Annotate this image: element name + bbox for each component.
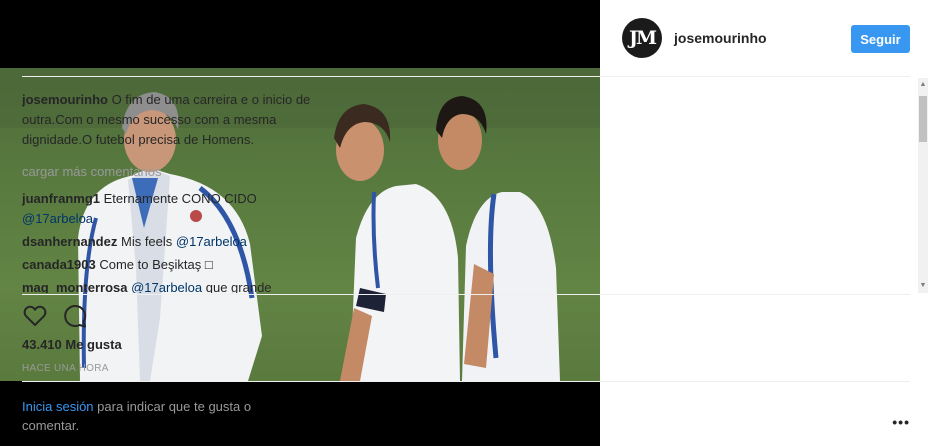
divider [22, 381, 910, 382]
comment-username[interactable]: canada1903 [22, 257, 96, 272]
login-link[interactable]: Inicia sesión [22, 399, 94, 414]
scroll-up-icon[interactable]: ▲ [918, 80, 928, 90]
comment-text: Mis feels [120, 234, 176, 249]
post-sidebar: JM josemourinho Seguir [600, 0, 930, 446]
avatar[interactable]: JM [622, 18, 662, 58]
comment-item: canada1903 Come to Beşiktaş □ [22, 255, 315, 275]
comment-text: Come to Beşiktaş □ [99, 257, 213, 272]
header-username[interactable]: josemourinho [674, 30, 767, 46]
comment-item: juanfranmg1 Eternamente CONO CIDO @17arb… [22, 189, 315, 229]
login-prompt: Inicia sesión para indicar que te gusta … [22, 397, 282, 435]
comments-scrollbar[interactable]: ▲ ▼ [918, 78, 928, 293]
scroll-down-icon[interactable]: ▼ [918, 281, 928, 291]
comment-mention[interactable]: @17arbeloa [176, 234, 247, 249]
comment-mention[interactable]: @17arbeloa [22, 211, 93, 226]
comment-text: que grande [202, 280, 272, 293]
post-header: JM josemourinho Seguir [622, 18, 910, 60]
load-more-comments-link[interactable]: cargar más comentarios [22, 162, 315, 182]
post-timestamp[interactable]: HACE UNA HORA [22, 363, 109, 374]
divider [22, 294, 910, 295]
likes-count[interactable]: 43.410 Me gusta [22, 337, 122, 352]
comment-username[interactable]: mag_monterrosa [22, 280, 127, 293]
comments-list: josemourinho O fim de uma carreira e o i… [22, 90, 315, 293]
follow-button[interactable]: Seguir [851, 25, 910, 53]
caption-username[interactable]: josemourinho [22, 92, 108, 107]
comment-username[interactable]: dsanhernandez [22, 234, 117, 249]
comment-username[interactable]: juanfranmg1 [22, 191, 100, 206]
comment-text: Eternamente CONO CIDO [103, 191, 257, 206]
comment-icon[interactable] [62, 303, 88, 329]
comment-item: mag_monterrosa @17arbeloa que grande [22, 278, 315, 293]
comment-mention[interactable]: @17arbeloa [131, 280, 202, 293]
post-caption: josemourinho O fim de uma carreira e o i… [22, 90, 315, 150]
more-options-icon[interactable]: ••• [892, 414, 910, 430]
heart-icon[interactable] [22, 303, 48, 329]
divider [22, 76, 910, 77]
scrollbar-thumb[interactable] [919, 96, 927, 142]
comment-item: dsanhernandez Mis feels @17arbeloa [22, 232, 315, 252]
